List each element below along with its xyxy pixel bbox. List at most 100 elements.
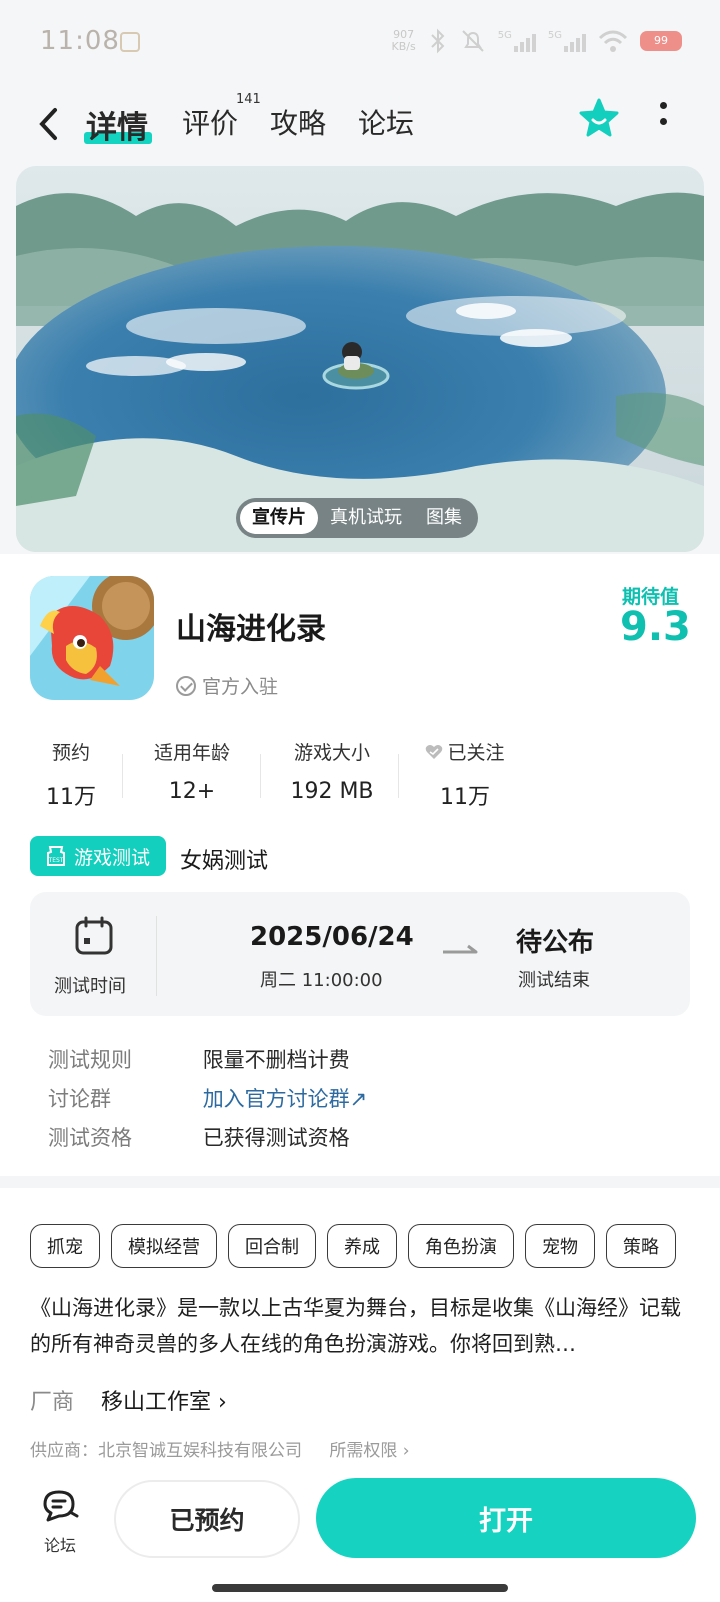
stat-reservations: 预约 11万 — [30, 738, 112, 811]
info-key: 讨论群 — [48, 1087, 111, 1111]
app-icon-art — [30, 576, 154, 700]
info-key: 测试资格 — [48, 1126, 132, 1150]
forum-chat-icon — [43, 1490, 79, 1522]
test-start-date: 2025/06/24 — [250, 922, 414, 952]
stat-divider — [398, 754, 399, 798]
stat-divider — [122, 754, 123, 798]
media-segment: 宣传片 真机试玩 图集 — [236, 498, 478, 538]
tag-item[interactable]: 策略 — [606, 1224, 676, 1268]
vendor-label: 厂商 — [30, 1390, 75, 1415]
top-nav: 详情 评价 141 攻略 论坛 — [0, 86, 720, 164]
app-name: 山海进化录 — [176, 612, 326, 647]
favorite-star-icon[interactable] — [578, 98, 620, 140]
forum-label: 论坛 — [43, 1536, 76, 1555]
tab-details[interactable]: 详情 — [86, 102, 148, 147]
tab-reviews[interactable]: 评价 — [182, 102, 238, 142]
promo-video[interactable] — [16, 166, 704, 552]
stat-label: 预约 — [51, 742, 90, 764]
game-description[interactable]: 《山海进化录》是一款以上古华夏为舞台，目标是收集《山海经》记载的所有神奇灵兽的多… — [30, 1290, 694, 1362]
status-icons: 907 KB/s 5G 5G 99 — [392, 28, 682, 54]
mute-bell-icon — [462, 30, 484, 52]
test-card-divider — [156, 916, 157, 996]
tag-list: 抓宠 模拟经营 回合制 养成 角色扮演 宠物 策略 — [30, 1224, 676, 1268]
status-bar: 11:08 907 KB/s 5G 5G 99 — [0, 0, 720, 86]
stat-label: 游戏大小 — [293, 742, 370, 764]
tag-item[interactable]: 抓宠 — [30, 1224, 100, 1268]
stat-value: 12+ — [168, 779, 216, 804]
calendar-icon — [75, 916, 113, 955]
vendor-name: 移山工作室 › — [101, 1390, 227, 1415]
stat-followers[interactable]: 已关注 11万 — [420, 738, 510, 811]
tag-item[interactable]: 模拟经营 — [111, 1224, 217, 1268]
stat-age-rating: 适用年龄 12+ — [142, 738, 242, 804]
app-icon — [30, 576, 154, 700]
supplier-row: 供应商：北京智诚互娱科技有限公司 所需权限 › — [30, 1436, 410, 1461]
svg-text:TEST: TEST — [48, 857, 64, 864]
test-icon: TEST — [47, 846, 65, 866]
heart-icon — [426, 744, 443, 759]
tag-item[interactable]: 回合制 — [228, 1224, 316, 1268]
wifi-icon — [598, 30, 628, 52]
test-start-time: 周二 11:00:00 — [260, 970, 383, 991]
forum-button[interactable]: 论坛 — [36, 1488, 84, 1556]
net-speed: 907 KB/s — [392, 29, 416, 53]
stat-value: 11万 — [46, 785, 96, 810]
bluetooth-icon — [431, 28, 445, 54]
official-label: 官方入驻 — [202, 676, 279, 698]
stat-game-size: 游戏大小 192 MB — [282, 738, 382, 804]
net-speed-unit: KB/s — [391, 40, 416, 53]
bottom-action-bar: 论坛 已预约 打开 — [0, 1468, 720, 1602]
notification-app-icon — [120, 32, 140, 52]
stat-value: 192 MB — [290, 779, 374, 804]
battery-icon: 99 — [640, 31, 682, 51]
supplier-name: 供应商：北京智诚互娱科技有限公司 — [30, 1441, 302, 1461]
info-value: 已获得测试资格 — [202, 1126, 350, 1150]
media-tab-trailer[interactable]: 宣传片 — [240, 502, 318, 534]
back-button[interactable] — [36, 106, 60, 151]
signal-1-label: 5G — [497, 30, 512, 41]
status-time: 11:08 — [40, 26, 120, 56]
stat-divider — [260, 754, 261, 798]
stats-row: 预约 11万 适用年龄 12+ 游戏大小 192 MB 已关注 11万 — [30, 738, 690, 811]
tag-item[interactable]: 角色扮演 — [408, 1224, 514, 1268]
signal-2-icon: 5G — [548, 30, 586, 52]
test-qualification-row: 测试资格 已获得测试资格 — [48, 1122, 350, 1152]
expectation-score: 9.3 — [620, 604, 691, 650]
join-group-link[interactable]: 加入官方讨论群↗ — [203, 1087, 368, 1111]
stat-label: 适用年龄 — [153, 742, 230, 764]
review-count-badge: 141 — [236, 92, 261, 107]
official-badge: 官方入驻 — [176, 672, 278, 699]
signal-1-icon: 5G — [498, 30, 536, 52]
home-indicator[interactable] — [212, 1584, 508, 1592]
arrow-right-icon — [443, 944, 478, 954]
game-test-badge: TEST 游戏测试 — [30, 836, 166, 876]
tag-item[interactable]: 养成 — [327, 1224, 397, 1268]
game-test-label: 游戏测试 — [74, 846, 151, 869]
tag-item[interactable]: 宠物 — [525, 1224, 595, 1268]
test-schedule-card: 测试时间 2025/06/24 周二 11:00:00 待公布 测试结束 — [30, 892, 690, 1016]
section-separator — [0, 1176, 720, 1188]
signal-2-label: 5G — [547, 30, 562, 41]
test-rules-row: 测试规则 限量不删档计费 — [48, 1044, 350, 1074]
test-name: 女娲测试 — [180, 849, 269, 874]
stat-value: 11万 — [440, 785, 490, 810]
tab-guides[interactable]: 攻略 — [270, 102, 326, 142]
vendor-row[interactable]: 厂商 移山工作室 › — [30, 1384, 227, 1416]
stat-label-text: 已关注 — [447, 742, 505, 764]
info-key: 测试规则 — [48, 1048, 132, 1072]
promo-video-frame — [16, 166, 704, 552]
media-tab-gallery[interactable]: 图集 — [414, 502, 474, 534]
permissions-link[interactable]: 所需权限 › — [329, 1441, 409, 1461]
chevron-left-icon — [39, 108, 57, 140]
info-value: 限量不删档计费 — [202, 1048, 350, 1072]
test-end-label: 测试结束 — [518, 970, 590, 991]
discussion-group-row: 讨论群 加入官方讨论群↗ — [48, 1083, 367, 1113]
tab-forum[interactable]: 论坛 — [358, 102, 414, 142]
stat-label-follow: 已关注 — [420, 738, 510, 765]
test-time-label: 测试时间 — [54, 976, 126, 997]
more-icon[interactable] — [660, 102, 668, 134]
verified-check-icon — [176, 675, 196, 696]
reserved-button[interactable]: 已预约 — [114, 1480, 300, 1558]
media-tab-gameplay[interactable]: 真机试玩 — [318, 502, 414, 534]
open-button[interactable]: 打开 — [316, 1478, 696, 1558]
